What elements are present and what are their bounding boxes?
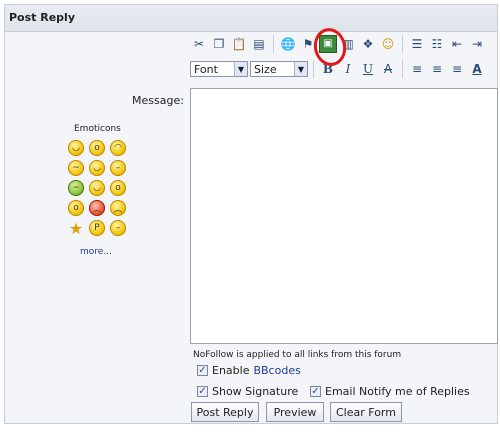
cut-icon[interactable]: ✂: [190, 35, 208, 53]
indent-icon[interactable]: ⇥: [468, 35, 486, 53]
strikethrough-icon[interactable]: A: [379, 60, 397, 78]
happy-emoticon-icon[interactable]: ◡: [89, 160, 105, 176]
enable-label: Enable: [212, 364, 250, 377]
preview-button[interactable]: Preview: [266, 402, 324, 422]
surprised-emoticon-icon[interactable]: o: [89, 140, 105, 156]
paste-word-icon[interactable]: ▤: [250, 35, 268, 53]
sick-emoticon-icon[interactable]: ~: [68, 180, 84, 196]
show-signature-checkbox[interactable]: ✓: [197, 386, 208, 397]
size-select-value: Size: [254, 62, 277, 76]
email-notify-option[interactable]: ✓ Email Notify me of Replies: [310, 385, 470, 398]
ordered-list-icon[interactable]: ☰: [408, 35, 426, 53]
neutral-emoticon-icon[interactable]: –: [110, 160, 126, 176]
emoticon-icon[interactable]: ☺: [379, 35, 397, 53]
crying-emoticon-icon[interactable]: o: [68, 200, 84, 216]
toolbar-separator: [402, 35, 403, 53]
angry-emoticon-icon[interactable]: ︵: [89, 200, 105, 216]
italic-icon[interactable]: I: [339, 60, 357, 78]
font-select-value: Font: [194, 62, 218, 76]
toolbar-separator: [402, 60, 403, 78]
clear-form-button[interactable]: Clear Form: [330, 402, 402, 422]
message-textarea[interactable]: [190, 88, 498, 344]
show-signature-label: Show Signature: [212, 385, 299, 398]
media-icon[interactable]: ❖: [359, 35, 377, 53]
tongue-emoticon-icon[interactable]: P: [89, 220, 105, 236]
email-notify-checkbox[interactable]: ✓: [310, 386, 321, 397]
text-color-icon[interactable]: A: [468, 60, 486, 78]
enable-bbcodes-checkbox[interactable]: ✓: [197, 365, 208, 376]
wink-emoticon-icon[interactable]: ◠: [110, 140, 126, 156]
blush-emoticon-icon[interactable]: ◡: [89, 180, 105, 196]
show-signature-option[interactable]: ✓ Show Signature: [197, 385, 298, 398]
emoticons-grid: ◡ o ◠ ~ ◡ – ~ ◡ o o ︵ ︵ ★ P –: [68, 140, 134, 238]
unordered-list-icon[interactable]: ☷: [428, 35, 446, 53]
size-select[interactable]: Size ▼: [250, 61, 308, 77]
font-select[interactable]: Font ▼: [190, 61, 248, 77]
bbcodes-link[interactable]: BBcodes: [253, 364, 300, 377]
enable-bbcodes-option[interactable]: ✓ Enable BBcodes: [197, 364, 301, 377]
post-reply-button[interactable]: Post Reply: [191, 402, 259, 422]
paste-icon[interactable]: 📋: [230, 35, 248, 53]
emoticons-title: Emoticons: [74, 124, 121, 134]
email-notify-label: Email Notify me of Replies: [325, 385, 470, 398]
confused-emoticon-icon[interactable]: ~: [68, 160, 84, 176]
shocked-emoticon-icon[interactable]: o: [110, 180, 126, 196]
align-center-icon[interactable]: ≡: [428, 60, 446, 78]
sad-emoticon-icon[interactable]: ︵: [110, 200, 126, 216]
panel-title: Post Reply: [5, 5, 497, 32]
chevron-down-icon: ▼: [294, 62, 307, 76]
align-left-icon[interactable]: ≡: [408, 60, 426, 78]
chevron-down-icon: ▼: [234, 62, 247, 76]
smile-emoticon-icon[interactable]: ◡: [68, 140, 84, 156]
toolbar-separator: [273, 35, 274, 53]
more-emoticons-link[interactable]: more...: [80, 247, 112, 257]
underline-icon[interactable]: U: [359, 60, 377, 78]
message-label: Message:: [132, 94, 184, 107]
align-right-icon[interactable]: ≡: [448, 60, 466, 78]
copy-icon[interactable]: ❐: [210, 35, 228, 53]
link-icon[interactable]: 🌐: [279, 35, 297, 53]
toolbar-separator: [313, 60, 314, 78]
sleepy-emoticon-icon[interactable]: –: [110, 220, 126, 236]
star-emoticon-icon[interactable]: ★: [68, 219, 84, 238]
nofollow-note: NoFollow is applied to all links from th…: [193, 350, 402, 360]
outdent-icon[interactable]: ⇤: [448, 35, 466, 53]
